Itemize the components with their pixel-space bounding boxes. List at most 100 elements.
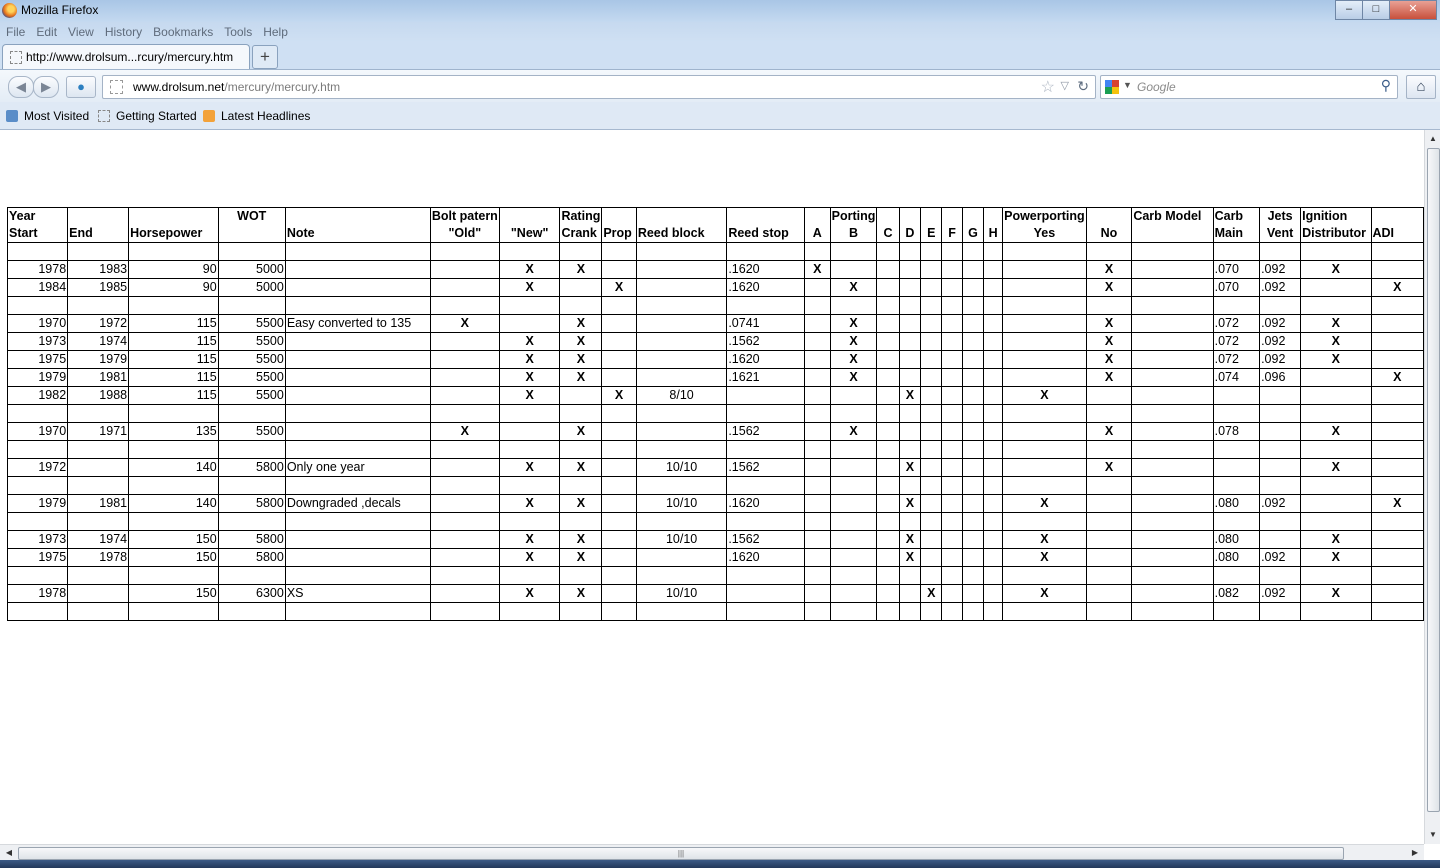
table-cell [803, 332, 831, 351]
maximize-button[interactable]: □ [1362, 0, 1390, 20]
table-cell: .092 [1259, 548, 1302, 567]
table-cell [803, 458, 831, 477]
bookmark-getting-started[interactable]: Getting Started [98, 109, 197, 123]
reload-icon[interactable]: ↻ [1077, 78, 1089, 95]
menu-tools[interactable]: Tools [224, 25, 252, 39]
minimize-button[interactable]: – [1335, 0, 1363, 20]
table-cell [601, 530, 637, 549]
table-cell [983, 242, 1004, 261]
url-text[interactable]: www.drolsum.net/mercury/mercury.htm [133, 80, 340, 94]
table-cell: 8/10 [635, 386, 728, 405]
table-cell [1131, 278, 1214, 297]
spacer-row [6, 602, 1424, 621]
bookmark-star-icon[interactable]: ☆ [1041, 77, 1055, 97]
url-host: www.drolsum.net [133, 80, 225, 94]
menu-view[interactable]: View [68, 25, 94, 39]
table-cell: X [898, 548, 922, 567]
menu-edit[interactable]: Edit [36, 25, 57, 39]
header-cell: ADI [1370, 225, 1424, 243]
table-cell: 115 [128, 386, 219, 405]
google-engine-icon[interactable] [1105, 80, 1119, 94]
table-cell [1131, 458, 1214, 477]
table-cell [1370, 512, 1424, 531]
table-cell [983, 314, 1004, 333]
bookmark-latest-headlines[interactable]: Latest Headlines [203, 109, 310, 123]
menu-help[interactable]: Help [263, 25, 288, 39]
table-cell [429, 368, 500, 387]
forward-button[interactable]: ▶ [33, 76, 59, 98]
scroll-left-icon[interactable]: ◀ [2, 845, 16, 861]
table-cell: .070 [1212, 278, 1261, 297]
table-cell [829, 566, 878, 585]
table-cell: 10/10 [635, 584, 728, 603]
table-cell: X [498, 368, 561, 387]
table-cell: .092 [1259, 332, 1302, 351]
table-cell [983, 422, 1004, 441]
table-cell: X [898, 494, 922, 513]
table-cell [1131, 548, 1214, 567]
table-cell: X [1300, 548, 1372, 567]
table-cell [429, 476, 500, 495]
header-cell: Distributor [1300, 225, 1372, 243]
vertical-scroll-thumb[interactable] [1427, 148, 1440, 812]
scroll-up-icon[interactable]: ▲ [1425, 132, 1440, 146]
table-cell [898, 314, 922, 333]
feedback-icon[interactable]: ● [66, 76, 96, 98]
table-cell: X [601, 278, 637, 297]
table-cell [1002, 440, 1087, 459]
table-cell: X [1300, 314, 1372, 333]
table-cell [1002, 278, 1087, 297]
table-cell [829, 584, 878, 603]
table-cell [961, 404, 985, 423]
menu-file[interactable]: File [6, 25, 25, 39]
menu-bookmarks[interactable]: Bookmarks [153, 25, 213, 39]
history-dropdown-icon[interactable]: ▽ [1061, 79, 1069, 92]
engine-dropdown-icon[interactable]: ▼ [1123, 80, 1132, 90]
url-bar[interactable]: www.drolsum.net/mercury/mercury.htm ☆ ▽ … [102, 75, 1096, 99]
table-cell: 1984 [6, 278, 69, 297]
table-cell [1085, 512, 1133, 531]
table-cell: 5000 [217, 278, 286, 297]
header-cell [1131, 225, 1214, 243]
table-row: 1979 1981 140 5800 Downgraded ,decals X X 10/10… [6, 494, 1424, 513]
table-cell [1131, 404, 1214, 423]
table-cell [1131, 440, 1214, 459]
back-button[interactable]: ◀ [8, 76, 34, 98]
search-bar[interactable]: ▼ Google ⚲ [1100, 75, 1398, 99]
table-cell [1131, 260, 1214, 279]
header-cell: B [829, 225, 878, 243]
horizontal-scrollbar[interactable]: ◀ ||| ▶ [0, 844, 1424, 861]
close-window-button[interactable]: ✕ [1389, 0, 1437, 20]
table-cell [1370, 260, 1424, 279]
table-cell [941, 386, 963, 405]
menu-history[interactable]: History [105, 25, 142, 39]
table-cell [1212, 404, 1261, 423]
table-cell [284, 368, 431, 387]
vertical-scrollbar[interactable]: ▲ ▼ [1424, 130, 1440, 844]
bookmark-most-visited[interactable]: Most Visited [6, 109, 89, 123]
scroll-down-icon[interactable]: ▼ [1425, 828, 1440, 842]
table-cell [1370, 602, 1424, 621]
table-cell [983, 494, 1004, 513]
table-cell: X [829, 332, 878, 351]
table-cell [1085, 296, 1133, 315]
home-button[interactable]: ⌂ [1406, 75, 1436, 99]
table-cell: X [559, 314, 603, 333]
tab-mercury[interactable]: http://www.drolsum...rcury/mercury.htm [2, 44, 250, 70]
table-cell [961, 422, 985, 441]
table-cell [429, 602, 500, 621]
table-cell [876, 404, 900, 423]
table-cell: X [829, 368, 878, 387]
table-cell [726, 566, 805, 585]
table-cell [876, 494, 900, 513]
table-cell: X [498, 332, 561, 351]
scroll-right-icon[interactable]: ▶ [1408, 845, 1422, 861]
site-identity-icon[interactable] [110, 80, 123, 94]
new-tab-button[interactable]: + [252, 45, 278, 69]
table-cell: .1562 [726, 458, 805, 477]
table-cell [961, 494, 985, 513]
table-cell [898, 422, 922, 441]
horizontal-scroll-thumb[interactable]: ||| [18, 847, 1344, 860]
search-input[interactable]: Google [1137, 80, 1176, 94]
search-icon[interactable]: ⚲ [1381, 77, 1391, 94]
